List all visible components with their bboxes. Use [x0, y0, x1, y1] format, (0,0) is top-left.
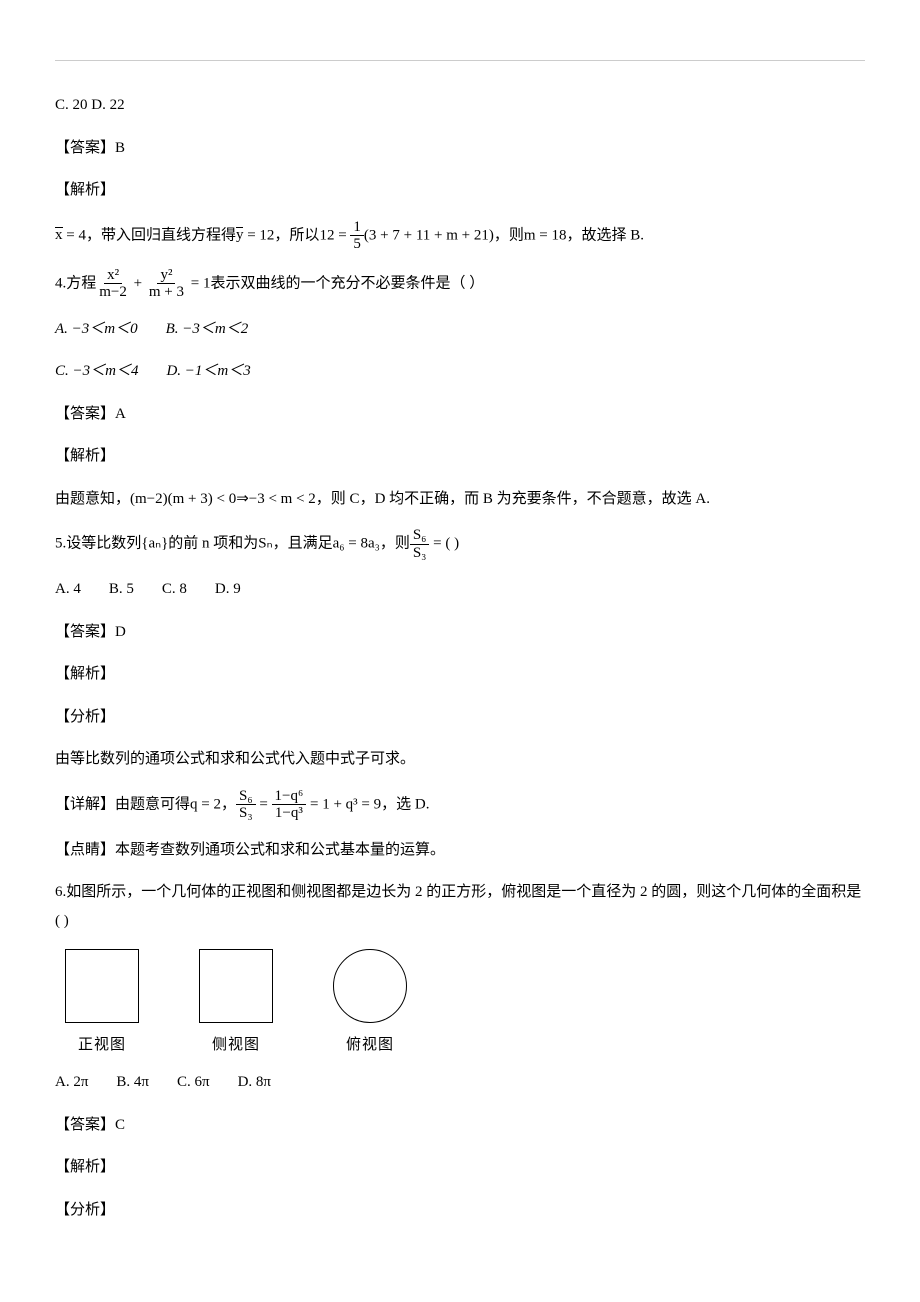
frac-den: 5 [350, 236, 364, 253]
q6-explain-label: 【解析】 [55, 1153, 865, 1182]
frac-den: m−2 [96, 284, 130, 301]
square-icon [65, 949, 139, 1023]
frac-y2-m3: y²m + 3 [146, 267, 187, 301]
answer-label: 【答案】 [55, 624, 115, 640]
frac-1q6-1q3: 1−q⁶1−q³ [272, 788, 307, 822]
q4-stem-pre: 4.方程 [55, 275, 96, 291]
q4-explain-label: 【解析】 [55, 442, 865, 471]
answer-label: 【答案】 [55, 1117, 115, 1133]
q4-solution: 由题意知，(m−2)(m + 3) < 0⇒−3 < m < 2，则 C，D 均… [55, 485, 865, 514]
front-view: 正视图 [65, 949, 139, 1054]
opt-b: B. 4π [116, 1074, 149, 1090]
opt-c: C. 8 [162, 581, 187, 597]
frac-num: S₆ [236, 788, 256, 806]
frac-s6-s3: S₆S₃ [410, 527, 430, 561]
circle-icon [333, 949, 407, 1023]
q3-solution: x = 4，带入回归直线方程得y = 12，所以12 = 15(3 + 7 + … [55, 219, 865, 253]
comment-label: 【点睛】 [55, 842, 115, 858]
q3-answer: 【答案】B [55, 134, 865, 163]
eq: = [256, 796, 272, 812]
q5-stem-mid: = ( ) [429, 535, 459, 551]
sol-text-1: = 4，带入回归直线方程得 [63, 227, 236, 243]
xbar: x [55, 227, 63, 243]
q5-analysis: 由等比数列的通项公式和求和公式代入题中式子可求。 [55, 745, 865, 774]
answer-value: D [115, 624, 126, 640]
answer-value: B [115, 140, 125, 156]
frac-s6-s3-2: S₆S₃ [236, 788, 256, 822]
frac-den: 1−q³ [272, 805, 306, 822]
q5-detail: 【详解】由题意可得q = 2，S₆S₃ = 1−q⁶1−q³ = 1 + q³ … [55, 788, 865, 822]
q4-options-ab: A. −3＜m＜0 B. −3＜m＜2 [55, 315, 865, 344]
side-view-label: 侧视图 [199, 1033, 273, 1054]
q6-analysis-label: 【分析】 [55, 1196, 865, 1225]
sol-text-2: = 12，所以 [243, 227, 319, 243]
opt-b: B. −3＜m＜2 [166, 321, 249, 337]
q5-stem-pre: 5.设等比数列{aₙ}的前 n 项和为Sₙ，且满足a₆ = 8a₃，则 [55, 535, 410, 551]
detail-pre: 由题意可得q = 2， [115, 796, 236, 812]
opt-d: D. 8π [238, 1074, 271, 1090]
frac-den: S₃ [410, 545, 430, 562]
q4-options-cd: C. −3＜m＜4 D. −1＜m＜3 [55, 357, 865, 386]
detail-label: 【详解】 [55, 796, 115, 812]
frac-den: S₃ [236, 805, 256, 822]
comment-text: 本题考查数列通项公式和求和公式基本量的运算。 [115, 842, 445, 858]
q5-stem: 5.设等比数列{aₙ}的前 n 项和为Sₙ，且满足a₆ = 8a₃，则S₆S₃ … [55, 527, 865, 561]
frac-x2-m2: x²m−2 [96, 267, 130, 301]
answer-value: A [115, 406, 126, 422]
detail-post: = 1 + q³ = 9，选 D. [306, 796, 429, 812]
frac-num: S₆ [410, 527, 430, 545]
document-page: C. 20 D. 22 【答案】B 【解析】 x = 4，带入回归直线方程得y … [0, 0, 920, 1278]
frac-num: x² [104, 267, 122, 285]
top-view-label: 俯视图 [333, 1033, 407, 1054]
frac-num: 1−q⁶ [272, 788, 307, 806]
frac-num: 1 [350, 219, 364, 237]
opt-d: D. −1＜m＜3 [166, 363, 250, 379]
opt-b: B. 5 [109, 581, 134, 597]
opt-d: D. 9 [215, 581, 241, 597]
q5-explain-label: 【解析】 [55, 660, 865, 689]
frac-den: m + 3 [146, 284, 187, 301]
sol-text-after: (3 + 7 + 11 + m + 21)，则m = 18，故选择 B. [364, 227, 644, 243]
three-views: 正视图 侧视图 俯视图 [65, 949, 865, 1054]
front-view-label: 正视图 [65, 1033, 139, 1054]
q6-answer: 【答案】C [55, 1111, 865, 1140]
opt-c: C. 6π [177, 1074, 210, 1090]
answer-label: 【答案】 [55, 406, 115, 422]
answer-value: C [115, 1117, 125, 1133]
frac-num: y² [157, 267, 175, 285]
q4-answer: 【答案】A [55, 400, 865, 429]
answer-label: 【答案】 [55, 140, 115, 156]
q4-eq-tail: = 1表示双曲线的一个充分不必要条件是（ ） [187, 275, 484, 291]
q6-options: A. 2π B. 4π C. 6π D. 8π [55, 1068, 865, 1097]
frac-1-5: 15 [350, 219, 364, 253]
side-view: 侧视图 [199, 949, 273, 1054]
plus: + [130, 275, 146, 291]
q3-explain-label: 【解析】 [55, 176, 865, 205]
opt-c: C. −3＜m＜4 [55, 363, 138, 379]
q4-stem: 4.方程x²m−2 + y²m + 3 = 1表示双曲线的一个充分不必要条件是（… [55, 267, 865, 301]
square-icon [199, 949, 273, 1023]
opt-a: A. 2π [55, 1074, 88, 1090]
q6-stem: 6.如图所示，一个几何体的正视图和侧视图都是边长为 2 的正方形，俯视图是一个直… [55, 878, 865, 935]
top-view: 俯视图 [333, 949, 407, 1054]
header-rule [55, 60, 865, 61]
q3-options-cd: C. 20 D. 22 [55, 91, 865, 120]
q5-options: A. 4 B. 5 C. 8 D. 9 [55, 575, 865, 604]
opt-a: A. 4 [55, 581, 81, 597]
q5-answer: 【答案】D [55, 618, 865, 647]
q5-analysis-label: 【分析】 [55, 703, 865, 732]
sol-text-3: 12 = [319, 227, 350, 243]
opt-a: A. −3＜m＜0 [55, 321, 138, 337]
q5-comment: 【点睛】本题考查数列通项公式和求和公式基本量的运算。 [55, 836, 865, 865]
